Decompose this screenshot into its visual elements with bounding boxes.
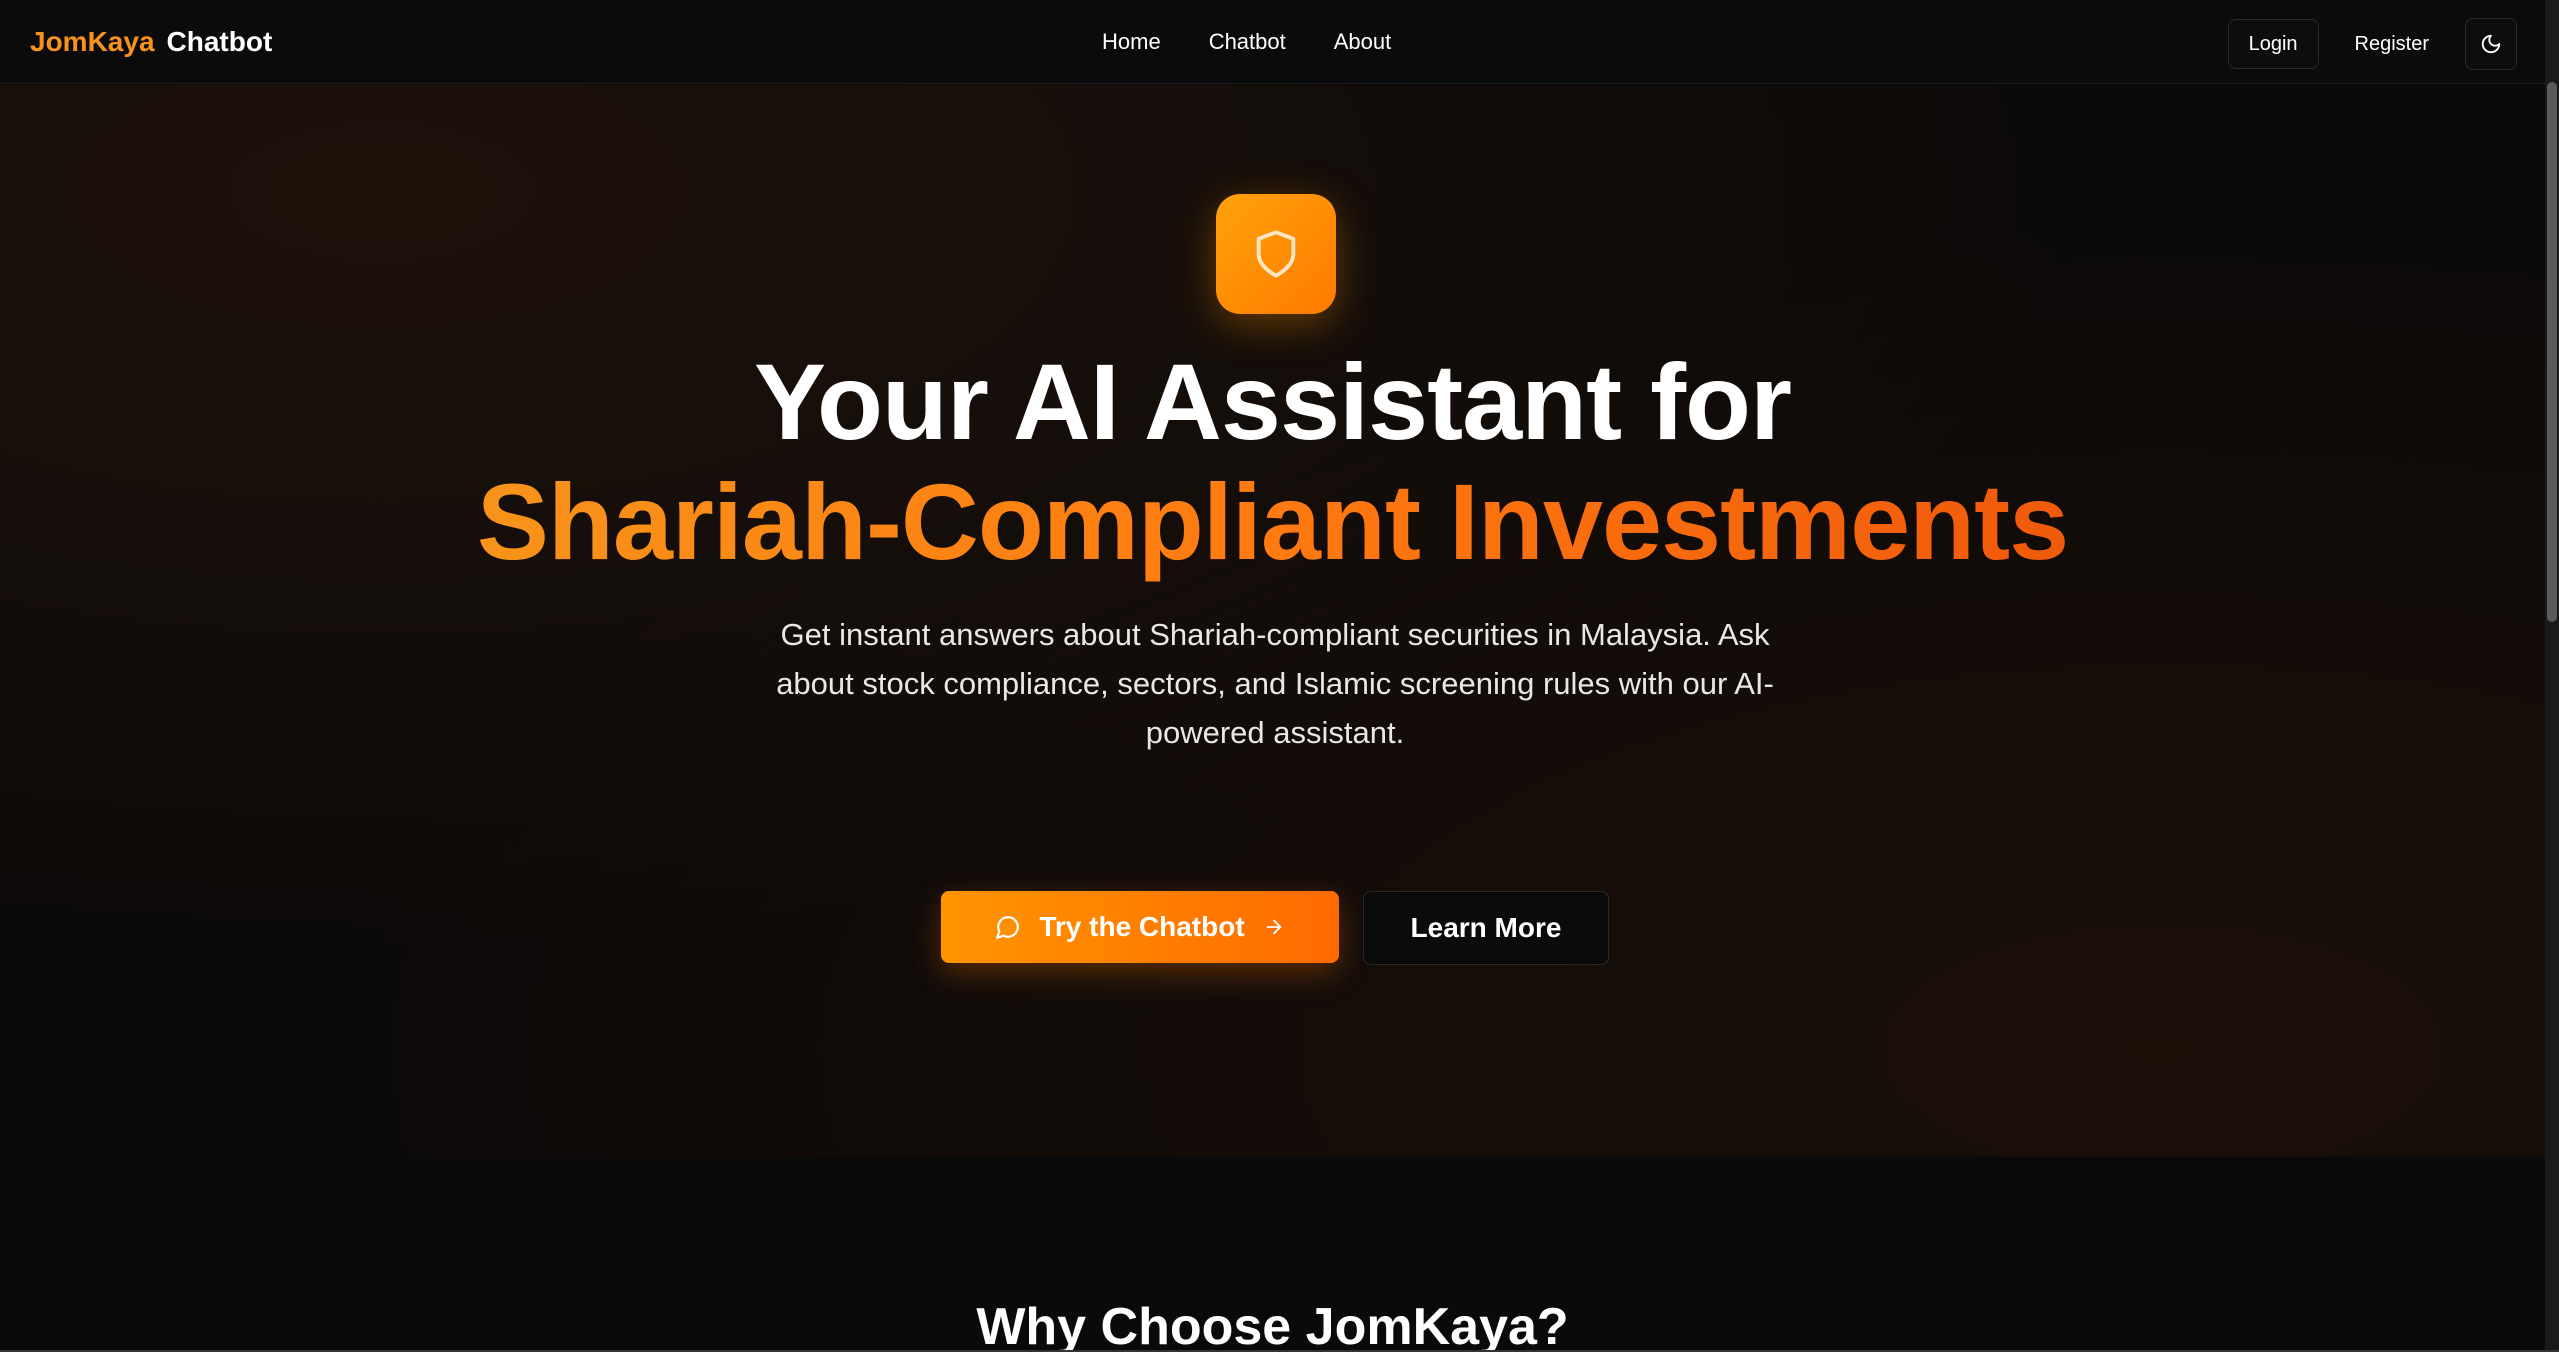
- nav-link-home[interactable]: Home: [1102, 26, 1161, 58]
- moon-icon: [2481, 34, 2501, 54]
- arrow-right-icon: [1266, 919, 1282, 935]
- shield-icon: [1256, 230, 1296, 278]
- try-chatbot-button[interactable]: Try the Chatbot: [941, 891, 1339, 963]
- try-chatbot-label: Try the Chatbot: [1039, 911, 1245, 942]
- brand-suffix: Chatbot: [166, 26, 273, 57]
- hero-headline-line1: Your AI Assistant for: [753, 341, 1792, 462]
- nav-actions: Login Register: [2227, 18, 2517, 70]
- nav-link-chatbot[interactable]: Chatbot: [1209, 26, 1286, 58]
- hero-cta-row: Try the Chatbot Learn More: [941, 891, 1609, 965]
- nav-links: Home Chatbot About: [1102, 26, 1391, 58]
- nav-link-about[interactable]: About: [1334, 26, 1392, 58]
- top-navbar: JomKaya Chatbot Home Chatbot About Login…: [0, 0, 2545, 84]
- theme-toggle-button[interactable]: [2465, 18, 2517, 70]
- brand-name: JomKaya: [30, 26, 155, 57]
- hero-shield-badge: [1216, 194, 1336, 314]
- brand-logo[interactable]: JomKaya Chatbot: [30, 26, 272, 58]
- scrollbar-thumb[interactable]: [2547, 82, 2557, 622]
- why-choose-heading: Why Choose JomKaya?: [976, 1298, 1569, 1352]
- register-button[interactable]: Register: [2335, 19, 2449, 69]
- page-scrollbar[interactable]: [2545, 0, 2559, 1352]
- hero-description: Get instant answers about Shariah-compli…: [776, 617, 1774, 750]
- chat-bubble-icon: [996, 916, 1020, 939]
- hero-headline-highlight: Shariah-Compliant Investments: [476, 461, 2069, 582]
- login-button[interactable]: Login: [2227, 19, 2319, 69]
- hero-headline-line2: Shariah-Compliant Investments: [0, 462, 2545, 582]
- learn-more-button[interactable]: Learn More: [1363, 891, 1609, 965]
